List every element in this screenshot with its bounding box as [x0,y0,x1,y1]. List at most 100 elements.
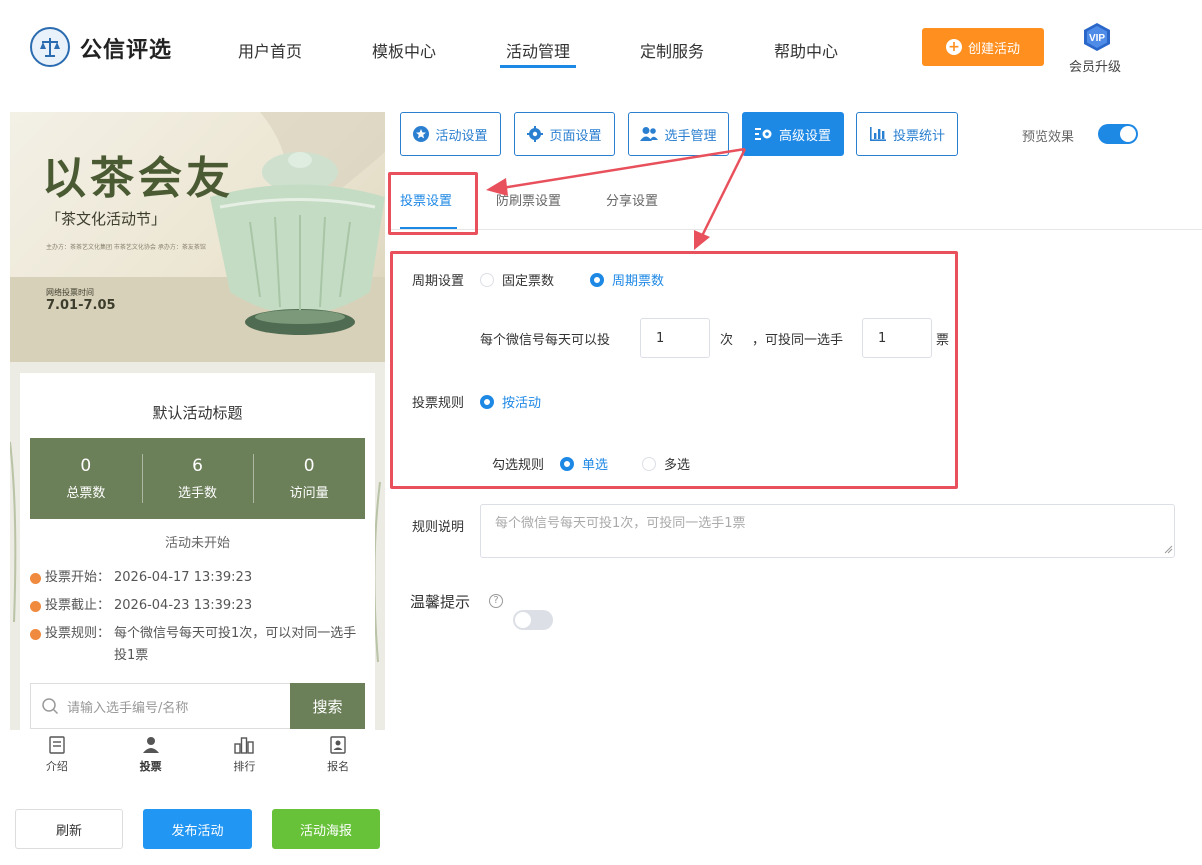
create-activity-label: 创建活动 [967,41,1020,57]
vote-rule-label: 投票规则 [412,396,465,411]
nav-active-indicator [500,65,576,68]
contestant-search-input[interactable]: 请输入选手编号/名称 [30,683,291,729]
nav-help[interactable]: 帮助中心 [774,38,838,62]
vip-badge-text: VIP [1089,33,1105,44]
document-icon [49,736,65,754]
poster-title: 以茶会友 [42,153,234,204]
tab-label: 投票统计 [892,128,945,144]
help-icon[interactable]: ? [489,594,503,608]
radio-single-select[interactable]: 单选 [560,454,608,473]
radio-label: 固定票数 [502,274,555,289]
tab-label: 高级设置 [778,128,831,144]
stat-value: 6 [192,456,203,476]
radio-label: 多选 [664,458,691,473]
same-contestant-unit: 票 [936,333,950,348]
poster-period-label: 网络投票时间 [46,288,94,297]
info-value: 2026-04-23 13:39:23 [114,598,253,613]
radio-circle-icon [560,456,574,471]
nav-activity-manage[interactable]: 活动管理 [506,38,570,62]
bar-chart-icon [869,127,886,141]
vip-upgrade-label[interactable]: 会员升级 [1069,56,1121,75]
clock-icon [30,601,41,612]
radio-label: 按活动 [502,396,542,411]
poster-subtitle: 「茶文化活动节」 [46,210,167,228]
annotation-arrows-icon [486,147,747,250]
info-vote-end: 投票截止： 2026-04-23 13:39:23 [30,595,360,617]
plus-circle-icon: + [945,39,962,55]
bottom-nav-label: 排行 [233,760,256,773]
tab-vote-statistics[interactable]: 投票统计 [856,112,958,156]
stat-label: 访问量 [289,486,329,501]
check-rule-label: 勾选规则 [492,458,545,473]
switch-knob [1120,126,1136,142]
id-card-icon [330,736,346,754]
daily-votes-label: 每个微信号每天可以投 [480,333,611,348]
same-contestant-votes-input[interactable]: 1 [862,318,932,358]
create-activity-button[interactable]: + 创建活动 [922,28,1044,66]
daily-votes-unit: 次 [720,333,734,348]
radio-by-activity[interactable]: 按活动 [480,392,541,411]
info-label: 投票规则： [45,626,111,641]
bottom-nav-ranking[interactable]: 排行 [198,730,292,780]
radio-circle-icon [480,272,494,287]
nav-custom-service[interactable]: 定制服务 [640,38,704,62]
switch-knob [515,612,531,628]
bottom-nav-label: 报名 [327,760,350,773]
info-label: 投票截止： [45,598,111,613]
bottom-nav-label: 介绍 [45,760,68,773]
activity-poster-button[interactable]: 活动海报 [272,809,380,849]
radio-label: 周期票数 [612,274,665,289]
alert-icon [30,629,41,640]
radio-fixed-votes[interactable]: 固定票数 [480,270,554,289]
bottom-nav-vote[interactable]: 投票 [104,730,198,780]
preview-bottom-nav: 介绍 投票 排行 报名 [10,730,385,780]
radio-periodic-votes[interactable]: 周期票数 [590,270,664,289]
refresh-button[interactable]: 刷新 [15,809,123,849]
brand-logo-icon [30,27,70,67]
daily-votes-input[interactable]: 1 [640,318,710,358]
info-vote-rule: 投票规则： 每个微信号每天可投1次，可以对同一选手投1票 [30,623,360,667]
stat-value: 0 [303,456,315,476]
brand-name[interactable]: 公信评选 [80,32,172,64]
highlight-box-subtab [388,172,478,235]
bottom-nav-label: 投票 [139,760,162,773]
info-value: 每个微信号每天可投1次，可以对同一选手投1票 [114,626,357,663]
stat-value: 0 [80,456,92,476]
period-settings-label: 周期设置 [412,274,465,289]
resize-handle-icon[interactable] [1164,545,1173,554]
same-contestant-label: ，可投同一选手 [752,333,844,348]
vip-badge-icon[interactable]: VIP [1080,22,1114,52]
publish-activity-button[interactable]: 发布活动 [143,809,252,849]
tip-label: 温馨提示 [410,593,471,611]
radio-circle-icon [590,272,604,287]
stat-label: 选手数 [178,486,218,501]
rule-description-label: 规则说明 [412,520,465,535]
bottom-nav-intro[interactable]: 介绍 [10,730,104,780]
tip-switch[interactable] [513,610,553,630]
radio-multi-select[interactable]: 多选 [642,454,690,473]
activity-poster: 以茶会友 「茶文化活动节」 主办方：茶茶艺文化集团 市茶艺文化协会 承办方：茶友… [10,112,385,362]
preview-effect-label: 预览效果 [1022,130,1075,145]
search-button[interactable]: 搜索 [290,683,365,729]
search-placeholder: 请输入选手编号/名称 [67,700,189,716]
stat-contestants: 6 选手数 [141,438,254,519]
activity-title: 默认活动标题 [152,404,243,422]
info-label: 投票开始： [45,570,111,585]
star-icon [413,126,430,142]
rule-description-textarea[interactable]: 每个微信号每天可投1次，可投同一选手1票 [480,504,1175,558]
nav-home[interactable]: 用户首页 [238,38,302,62]
stat-visits: 0 访问量 [253,438,365,519]
radio-circle-icon [642,456,656,471]
nav-templates[interactable]: 模板中心 [372,38,436,62]
ranking-icon [234,737,255,754]
bottom-nav-signup[interactable]: 报名 [291,730,385,780]
poster-organizer: 主办方：茶茶艺文化集团 市茶艺文化协会 承办方：茶友茶馆 [46,244,206,251]
search-icon [42,698,59,715]
clock-icon [30,573,41,584]
activity-card [20,373,375,733]
preview-effect-switch[interactable] [1098,124,1138,144]
activity-status: 活动未开始 [164,536,230,551]
radio-label: 单选 [582,458,609,473]
user-icon [142,737,159,753]
poster-period: 7.01-7.05 [46,298,116,313]
